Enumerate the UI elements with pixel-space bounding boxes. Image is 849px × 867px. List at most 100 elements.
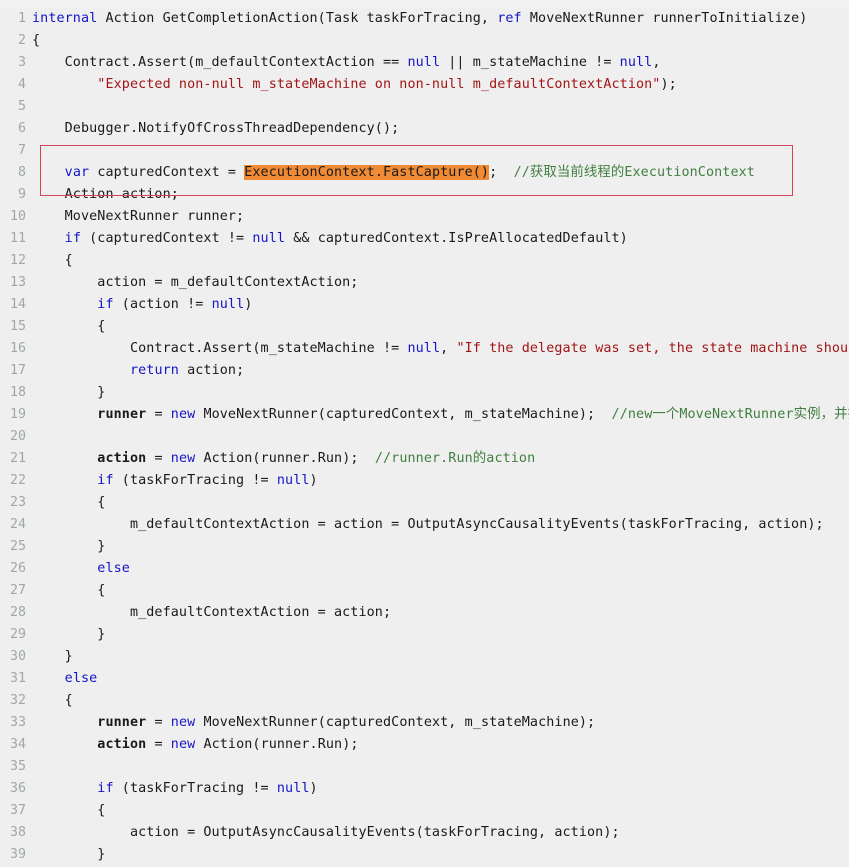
code-line[interactable]: 15 { [0, 316, 849, 338]
line-source-text[interactable]: else [32, 558, 849, 580]
line-number: 32 [9, 693, 26, 708]
code-line[interactable]: 14 if (action != null) [0, 294, 849, 316]
code-line[interactable]: 21 action = new Action(runner.Run); //ru… [0, 448, 849, 470]
line-source-text[interactable]: Action action; [32, 184, 849, 206]
code-line[interactable]: 27 { [0, 580, 849, 602]
line-source-text[interactable]: { [32, 492, 849, 514]
line-source-text[interactable]: if (capturedContext != null && capturedC… [32, 228, 849, 250]
code-line[interactable]: 22 if (taskForTracing != null) [0, 470, 849, 492]
code-line[interactable]: 8 var capturedContext = ExecutionContext… [0, 162, 849, 184]
code-line[interactable]: 24 m_defaultContextAction = action = Out… [0, 514, 849, 536]
keyword-token: null [407, 341, 441, 356]
line-source-text[interactable]: runner = new MoveNextRunner(capturedCont… [32, 404, 849, 426]
code-line[interactable]: 2{ [0, 30, 849, 52]
highlighted-token[interactable]: ExecutionContext.FastCapture() [244, 165, 490, 180]
code-line[interactable]: 31 else [0, 668, 849, 690]
code-line[interactable]: 29 } [0, 624, 849, 646]
code-line[interactable]: 5 [0, 96, 849, 118]
code-line[interactable]: 11 if (capturedContext != null && captur… [0, 228, 849, 250]
line-source-text[interactable]: { [32, 800, 849, 822]
code-line[interactable]: 25 } [0, 536, 849, 558]
line-source-text[interactable]: return action; [32, 360, 849, 382]
code-editor-viewport[interactable]: 1 internal Action GetCompletionAction(Tas… [0, 0, 849, 867]
line-source-text[interactable]: { [32, 316, 849, 338]
code-line[interactable]: 9 Action action; [0, 184, 849, 206]
line-source-text[interactable]: if (action != null) [32, 294, 849, 316]
line-source-text[interactable]: else [32, 668, 849, 690]
identifier-token: , [652, 55, 661, 70]
line-number: 7 [17, 143, 26, 158]
line-number: 3 [17, 55, 26, 70]
line-source-text[interactable]: Contract.Assert(m_defaultContextAction =… [32, 52, 849, 74]
code-line[interactable]: 36 if (taskForTracing != null) [0, 778, 849, 800]
line-source-text[interactable]: { [32, 250, 849, 272]
line-number: 35 [9, 759, 26, 774]
code-line[interactable]: 39 } [0, 844, 849, 866]
line-source-text[interactable]: Debugger.NotifyOfCrossThreadDependency()… [32, 118, 849, 140]
line-source-text[interactable]: action = OutputAsyncCausalityEvents(task… [32, 822, 849, 844]
code-line[interactable]: 12 { [0, 250, 849, 272]
line-number: 39 [9, 847, 26, 862]
comment-token: //runner.Run的action [374, 451, 536, 466]
identifier-token: || m_stateMachine != [440, 55, 620, 70]
line-source-text[interactable]: internal Action GetCompletionAction(Task… [32, 8, 849, 30]
code-line[interactable]: 23 { [0, 492, 849, 514]
line-source-text[interactable]: if (taskForTracing != null) [32, 470, 849, 492]
line-source-text[interactable]: runner = new MoveNextRunner(capturedCont… [32, 712, 849, 734]
line-source-text[interactable]: action = new Action(runner.Run); //runne… [32, 448, 849, 470]
line-number: 23 [9, 495, 26, 510]
keyword-token: null [276, 473, 310, 488]
line-number: 9 [17, 187, 26, 202]
code-line[interactable]: 13 action = m_defaultContextAction; [0, 272, 849, 294]
line-source-text[interactable]: action = new Action(runner.Run); [32, 734, 849, 756]
line-source-text[interactable]: } [32, 844, 849, 866]
line-source-text[interactable]: } [32, 382, 849, 404]
line-number: 11 [9, 231, 26, 246]
code-line[interactable]: 35 [0, 756, 849, 778]
line-source-text[interactable]: action = m_defaultContextAction; [32, 272, 849, 294]
code-line[interactable]: 28 m_defaultContextAction = action; [0, 602, 849, 624]
code-line[interactable]: 37 { [0, 800, 849, 822]
line-source-text[interactable]: } [32, 646, 849, 668]
code-line[interactable]: 6 Debugger.NotifyOfCrossThreadDependency… [0, 118, 849, 140]
line-source-text[interactable]: { [32, 580, 849, 602]
code-line[interactable]: 3 Contract.Assert(m_defaultContextAction… [0, 52, 849, 74]
line-source-text[interactable]: } [32, 624, 849, 646]
identifier-token: = [146, 737, 171, 752]
code-line[interactable]: 17 return action; [0, 360, 849, 382]
code-line[interactable]: 30 } [0, 646, 849, 668]
line-source-text[interactable]: } [32, 536, 849, 558]
line-source-text[interactable]: { [32, 30, 849, 52]
code-line[interactable]: 1 internal Action GetCompletionAction(Tas… [0, 8, 849, 30]
line-number: 17 [9, 363, 26, 378]
code-line[interactable]: 7 [0, 140, 849, 162]
line-source-text[interactable]: "Expected non-null m_stateMachine on non… [32, 74, 849, 96]
line-source-text[interactable]: var capturedContext = ExecutionContext.F… [32, 162, 849, 184]
code-line[interactable]: 38 action = OutputAsyncCausalityEvents(t… [0, 822, 849, 844]
line-source-text[interactable]: { [32, 690, 849, 712]
code-line[interactable]: 33 runner = new MoveNextRunner(capturedC… [0, 712, 849, 734]
code-line[interactable]: 10 MoveNextRunner runner; [0, 206, 849, 228]
line-number: 34 [9, 737, 26, 752]
identifier-token [32, 231, 65, 246]
code-line[interactable]: 26 else [0, 558, 849, 580]
code-line[interactable]: 20 [0, 426, 849, 448]
line-source-text[interactable]: MoveNextRunner runner; [32, 206, 849, 228]
code-line[interactable]: 4 "Expected non-null m_stateMachine on n… [0, 74, 849, 96]
code-line[interactable]: 34 action = new Action(runner.Run); [0, 734, 849, 756]
line-source-text[interactable]: Contract.Assert(m_stateMachine != null, … [32, 338, 849, 360]
code-line[interactable]: 32 { [0, 690, 849, 712]
code-lines-container[interactable]: 1 internal Action GetCompletionAction(Tas… [0, 8, 849, 866]
identifier-token: action; [178, 363, 245, 378]
identifier-token: ) [309, 781, 318, 796]
identifier-token: = [146, 451, 171, 466]
line-number: 2 [17, 33, 26, 48]
line-source-text[interactable]: if (taskForTracing != null) [32, 778, 849, 800]
code-line[interactable]: 16 Contract.Assert(m_stateMachine != nul… [0, 338, 849, 360]
identifier-token: = [146, 407, 171, 422]
line-source-text[interactable]: m_defaultContextAction = action = Output… [32, 514, 849, 536]
line-source-text[interactable]: m_defaultContextAction = action; [32, 602, 849, 624]
code-line[interactable]: 18 } [0, 382, 849, 404]
identifier-token: , [440, 341, 457, 356]
code-line[interactable]: 19 runner = new MoveNextRunner(capturedC… [0, 404, 849, 426]
